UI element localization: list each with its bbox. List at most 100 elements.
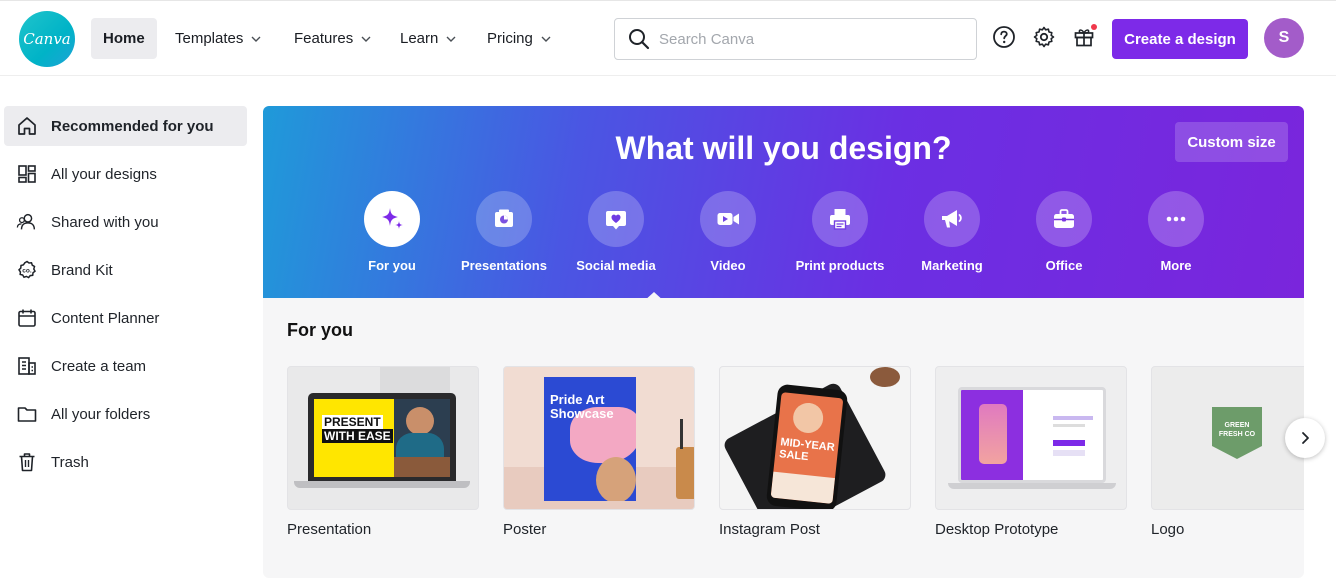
category-label: Social media: [576, 258, 656, 273]
sidebar-item-label: Create a team: [51, 357, 147, 375]
category-label: Video: [710, 258, 746, 273]
thumb-text: FRESH CO: [1218, 431, 1256, 438]
notification-dot: [1091, 24, 1097, 30]
help-button[interactable]: [990, 23, 1018, 51]
sidebar-item-folders[interactable]: All your folders: [4, 394, 247, 434]
top-bar: Canva Home Templates Features Learn Pric…: [0, 0, 1336, 76]
sidebar-item-content-planner[interactable]: Content Planner: [4, 298, 247, 338]
nav-features[interactable]: Features: [282, 18, 384, 59]
custom-size-button[interactable]: Custom size: [1175, 122, 1288, 162]
template-card-logo[interactable]: GREEN FRESH CO Logo: [1151, 366, 1304, 538]
custom-size-label: Custom size: [1187, 133, 1276, 151]
calendar-icon: [16, 307, 38, 329]
settings-button[interactable]: [1030, 23, 1058, 51]
sidebar-item-label: Recommended for you: [51, 117, 214, 135]
nav-label: Home: [103, 30, 145, 47]
logo-text: Canva: [23, 30, 71, 48]
sidebar: Recommended for you All your designs Sha…: [0, 76, 255, 582]
nav-templates[interactable]: Templates: [163, 18, 274, 59]
category-label: Presentations: [461, 258, 547, 273]
card-label: Poster: [503, 521, 547, 538]
category-label: For you: [368, 258, 416, 273]
card-label: Instagram Post: [719, 521, 820, 538]
category-presentations[interactable]: Presentations: [444, 191, 564, 273]
category-more[interactable]: More: [1116, 191, 1236, 273]
card-label: Presentation: [287, 521, 372, 538]
template-card-presentation[interactable]: PRESENT WITH EASE Presentation: [287, 366, 479, 538]
thumb-text: Pride Art: [550, 392, 605, 407]
sidebar-item-brand-kit[interactable]: co. Brand Kit: [4, 250, 247, 290]
nav-home[interactable]: Home: [91, 18, 157, 59]
nav-label: Learn: [400, 30, 439, 47]
category-label: Marketing: [921, 258, 983, 273]
chevron-down-icon: [361, 36, 371, 42]
sidebar-item-label: Trash: [51, 453, 89, 471]
sidebar-item-trash[interactable]: Trash: [4, 442, 247, 482]
template-card-poster[interactable]: Pride Art Showcase Poster: [503, 366, 695, 538]
nav-learn[interactable]: Learn: [388, 18, 469, 59]
chevron-down-icon: [251, 36, 261, 42]
for-you-panel: For you PRESENT WITH EASE Presentation P…: [263, 298, 1304, 578]
brand-kit-icon: co.: [16, 259, 38, 281]
hero-banner: What will you design? Custom size For yo…: [263, 106, 1304, 298]
category-for-you[interactable]: For you: [332, 191, 452, 273]
create-design-button[interactable]: Create a design: [1112, 19, 1248, 59]
canva-logo[interactable]: Canva: [19, 11, 75, 67]
template-card-desktop-prototype[interactable]: Desktop Prototype: [935, 366, 1127, 538]
search-icon: [629, 29, 650, 50]
thumb-text: Showcase: [550, 406, 614, 421]
category-label: Print products: [795, 258, 885, 273]
presentation-icon: [476, 191, 532, 247]
logo-thumbnail: GREEN FRESH CO: [1151, 366, 1304, 510]
presentation-thumbnail: PRESENT WITH EASE: [287, 366, 479, 510]
avatar-initial: S: [1278, 29, 1290, 46]
category-print-products[interactable]: Print products: [780, 191, 900, 273]
search-box[interactable]: [614, 18, 977, 60]
sidebar-item-label: All your folders: [51, 405, 151, 423]
help-icon: [993, 26, 1015, 48]
category-label: Office: [1045, 258, 1083, 273]
nav-pricing[interactable]: Pricing: [475, 18, 564, 59]
svg-text:co.: co.: [22, 267, 32, 274]
building-icon: [16, 355, 38, 377]
chevron-down-icon: [446, 36, 456, 42]
folder-icon: [16, 403, 38, 425]
avatar[interactable]: S: [1264, 18, 1304, 58]
thumb-text: WITH EASE: [322, 429, 393, 443]
carousel-next-button[interactable]: [1285, 418, 1325, 458]
chevron-right-icon: [1302, 432, 1309, 444]
category-marketing[interactable]: Marketing: [892, 191, 1012, 273]
more-dots-icon: [1148, 191, 1204, 247]
sidebar-item-label: Content Planner: [51, 309, 160, 327]
briefcase-icon: [1036, 191, 1092, 247]
home-icon: [16, 115, 38, 137]
hero-title: What will you design?: [615, 130, 952, 166]
grid-icon: [16, 163, 38, 185]
poster-thumbnail: Pride Art Showcase: [503, 366, 695, 510]
video-camera-icon: [700, 191, 756, 247]
sparkle-icon: [364, 191, 420, 247]
heart-chat-icon: [588, 191, 644, 247]
sidebar-item-shared[interactable]: Shared with you: [4, 202, 247, 242]
nav-label: Features: [294, 30, 354, 47]
sidebar-item-recommended[interactable]: Recommended for you: [4, 106, 247, 146]
card-label: Desktop Prototype: [935, 521, 1059, 538]
search-input[interactable]: [659, 30, 949, 48]
thumb-text: GREEN: [1224, 422, 1250, 429]
template-card-instagram-post[interactable]: MID-YEAR SALE Instagram Post: [719, 366, 911, 538]
sidebar-item-create-team[interactable]: Create a team: [4, 346, 247, 386]
megaphone-icon: [924, 191, 980, 247]
gear-icon: [1033, 26, 1055, 48]
printer-icon: [812, 191, 868, 247]
right-gutter: [1304, 76, 1336, 582]
sidebar-item-all-designs[interactable]: All your designs: [4, 154, 247, 194]
gift-button[interactable]: [1070, 23, 1098, 51]
category-office[interactable]: Office: [1004, 191, 1124, 273]
section-title: For you: [287, 320, 353, 340]
nav-label: Templates: [175, 30, 244, 47]
desktop-prototype-thumbnail: [935, 366, 1127, 510]
category-video[interactable]: Video: [668, 191, 788, 273]
category-social-media[interactable]: Social media: [556, 191, 676, 273]
trash-icon: [16, 451, 38, 473]
nav-label: Pricing: [487, 30, 533, 47]
